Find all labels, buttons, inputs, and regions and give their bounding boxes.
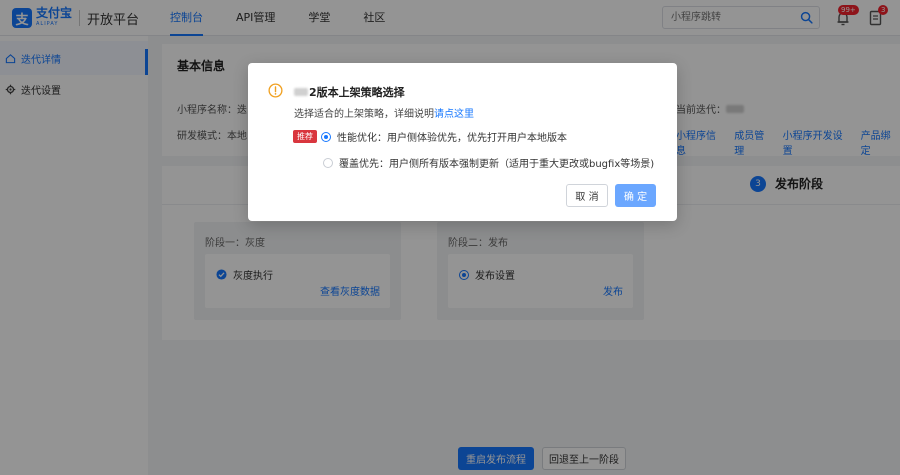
- release-strategy-modal: 2版本上架策略选择 选择适合的上架策略，详细说明请点这里 推荐 性能优化：用户侧…: [248, 63, 677, 221]
- details-link[interactable]: 请点这里: [434, 109, 474, 120]
- modal-description-text: 选择适合的上架策略，详细说明: [294, 109, 434, 120]
- warning-icon: [268, 83, 283, 98]
- modal-title-text: 2版本上架策略选择: [309, 86, 405, 99]
- option-overwrite[interactable]: 覆盖优先：用户侧所有版本强制更新（适用于重大更改或bugfix等场景): [323, 155, 654, 170]
- option-performance-radio[interactable]: [321, 131, 331, 142]
- option-overwrite-label: 覆盖优先：用户侧所有版本强制更新（适用于重大更改或bugfix等场景): [339, 159, 655, 170]
- version-blurred: [294, 88, 308, 96]
- option-overwrite-radio[interactable]: [323, 157, 333, 168]
- option-performance[interactable]: 推荐 性能优化：用户侧体验优先，优先打开用户本地版本: [293, 129, 567, 144]
- modal-title: 2版本上架策略选择: [294, 84, 405, 100]
- modal-description: 选择适合的上架策略，详细说明请点这里: [294, 105, 474, 120]
- recommend-tag: 推荐: [293, 130, 317, 143]
- confirm-button[interactable]: 确 定: [615, 184, 656, 207]
- option-performance-label: 性能优化：用户侧体验优先，优先打开用户本地版本: [337, 133, 567, 144]
- cancel-button[interactable]: 取 消: [566, 184, 608, 207]
